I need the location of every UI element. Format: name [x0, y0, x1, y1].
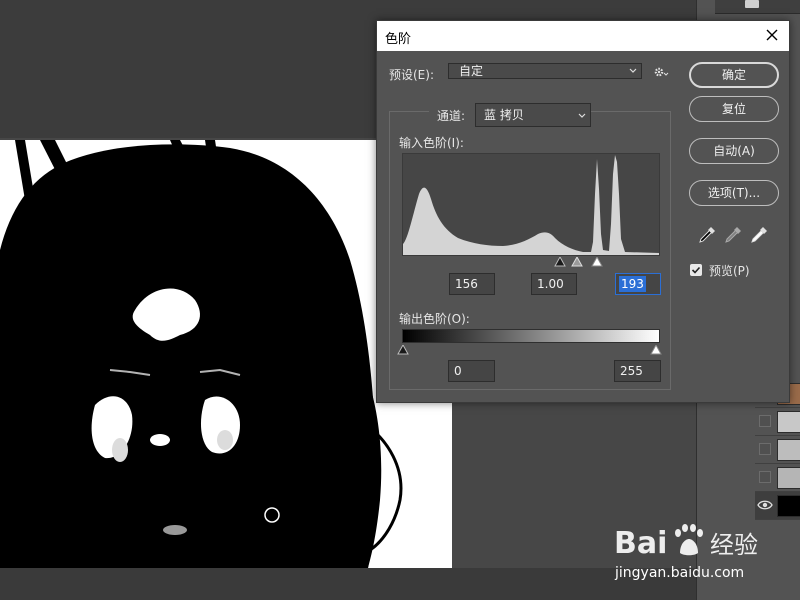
watermark-url: jingyan.baidu.com	[615, 565, 745, 581]
input-midtone-slider[interactable]	[570, 257, 583, 267]
svg-text:经验: 经验	[710, 531, 758, 559]
input-highlight-value: 193	[619, 276, 646, 292]
chevron-down-icon	[629, 68, 637, 73]
auto-button[interactable]: 自动(A)	[689, 138, 779, 164]
reset-button[interactable]: 复位	[689, 96, 779, 122]
preset-value: 自定	[459, 64, 484, 78]
output-gradient-bar	[402, 329, 660, 343]
histogram	[402, 153, 660, 256]
panel-header-strip	[715, 0, 800, 14]
output-shadow-slider[interactable]	[397, 345, 409, 355]
dialog-title: 色阶	[385, 32, 412, 47]
layer-visibility-toggle[interactable]	[759, 443, 771, 455]
gray-point-eyedropper-icon[interactable]	[723, 225, 743, 245]
layer-visibility-toggle[interactable]	[759, 415, 771, 427]
input-midtone-field[interactable]: 1.00	[531, 273, 577, 295]
preview-checkbox[interactable]	[690, 264, 702, 276]
svg-text:Bai: Bai	[614, 526, 667, 561]
histogram-graph	[403, 155, 659, 255]
input-highlight-slider[interactable]	[591, 257, 604, 267]
input-shadow-slider[interactable]	[554, 257, 566, 267]
layer-row[interactable]	[755, 464, 800, 492]
close-icon[interactable]	[765, 28, 779, 42]
status-strip	[0, 568, 696, 600]
panel-menu-button[interactable]	[745, 0, 759, 8]
eye-icon[interactable]	[757, 499, 773, 511]
layer-thumbnail	[777, 467, 800, 489]
input-highlight-field[interactable]: 193	[615, 273, 661, 295]
output-levels-label: 输出色阶(O):	[399, 312, 470, 326]
preset-label: 预设(E):	[389, 68, 434, 82]
layer-thumbnail	[777, 495, 800, 517]
channel-dropdown[interactable]: 蓝 拷贝	[475, 103, 591, 127]
output-highlight-slider[interactable]	[650, 345, 662, 355]
input-levels-label: 输入色阶(I):	[399, 136, 464, 150]
chevron-down-icon	[578, 113, 586, 118]
output-highlight-field[interactable]: 255	[614, 360, 661, 382]
input-shadow-field[interactable]: 156	[449, 273, 495, 295]
gear-icon[interactable]	[653, 66, 669, 78]
channel-label: 通道:	[437, 109, 466, 123]
preview-label: 预览(P)	[709, 264, 750, 278]
levels-dialog: 色阶 预设(E): 自定 通道: 蓝 拷贝 输入色阶(I): 156 1.00 …	[376, 20, 790, 403]
ok-button[interactable]: 确定	[689, 62, 779, 88]
layer-row[interactable]	[755, 436, 800, 464]
layer-thumbnail	[777, 411, 800, 433]
layer-visibility-toggle[interactable]	[759, 471, 771, 483]
dialog-titlebar: 色阶	[377, 21, 789, 51]
layer-thumbnail	[777, 439, 800, 461]
baidu-jingyan-watermark-logo: Bai 经验	[614, 524, 758, 561]
black-point-eyedropper-icon[interactable]	[697, 225, 717, 245]
preset-dropdown[interactable]: 自定	[448, 63, 642, 79]
channel-value: 蓝 拷贝	[484, 108, 524, 122]
options-button[interactable]: 选项(T)...	[689, 180, 779, 206]
output-shadow-field[interactable]: 0	[448, 360, 495, 382]
check-icon	[691, 266, 701, 274]
white-point-eyedropper-icon[interactable]	[749, 225, 769, 245]
layer-row[interactable]	[755, 408, 800, 436]
